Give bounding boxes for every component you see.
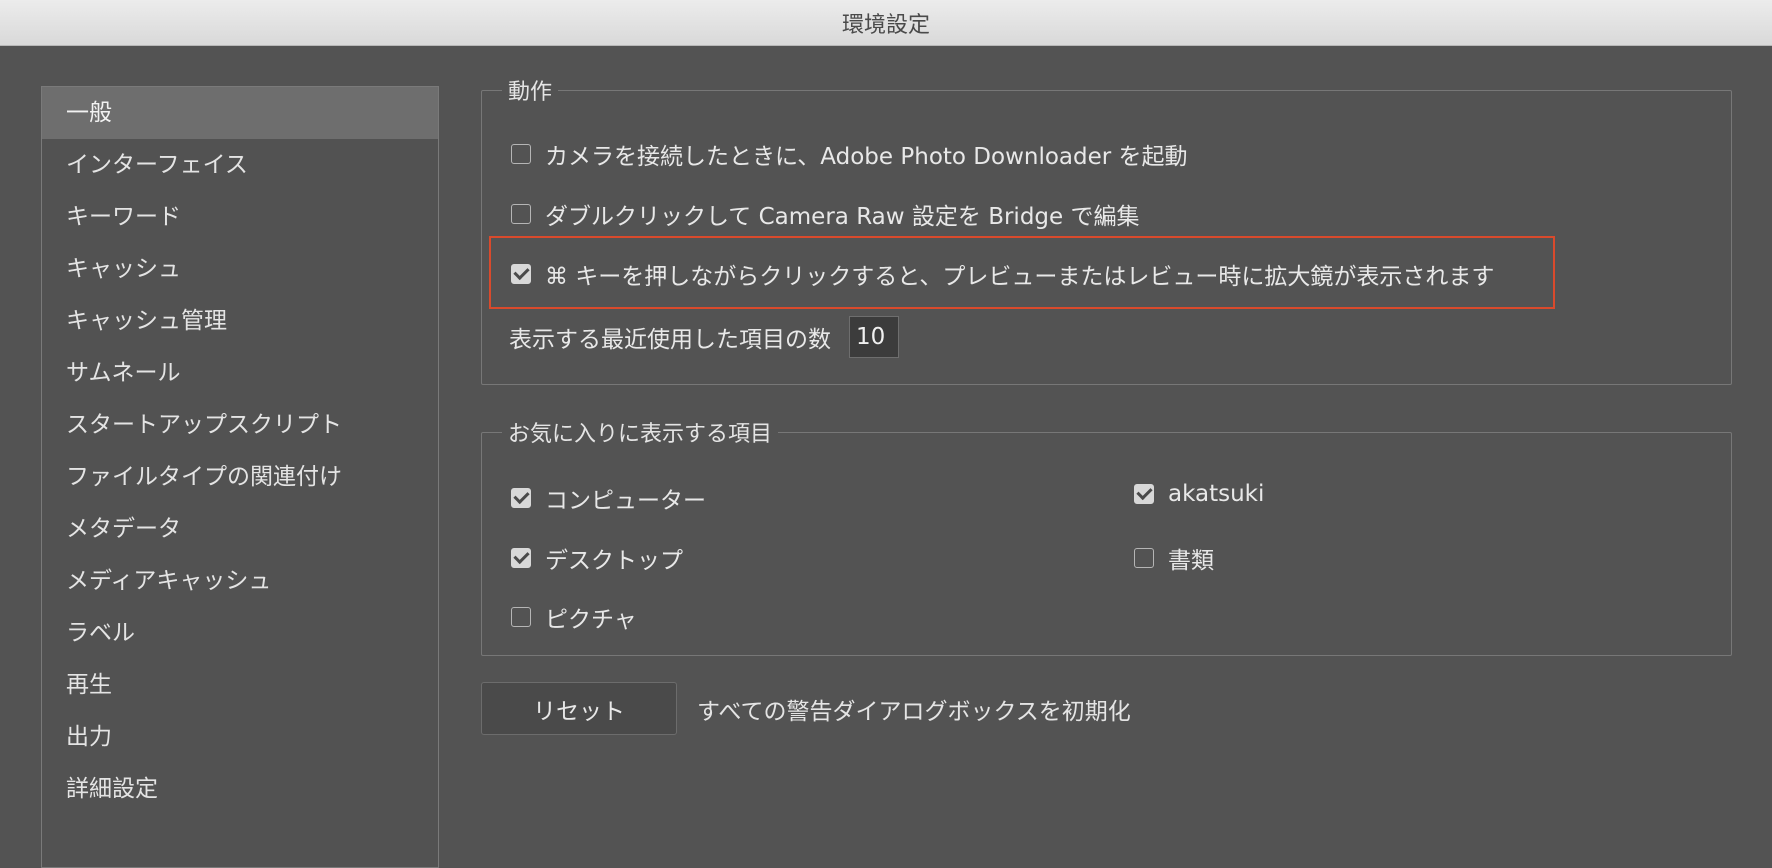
window-title: 環境設定: [841, 12, 930, 38]
option-double-click-camera-raw[interactable]: ダブルクリックして Camera Raw 設定を Bridge で編集: [511, 197, 1139, 231]
checkbox-akatsuki[interactable]: [1134, 484, 1154, 504]
favorite-label: 書類: [1168, 548, 1214, 574]
checkbox-double-click-camera-raw[interactable]: [511, 204, 531, 224]
recent-items-label: 表示する最近使用した項目の数: [509, 327, 831, 353]
favorite-label: akatsuki: [1168, 481, 1265, 507]
sidebar-item-startup-scripts[interactable]: スタートアップスクリプト: [42, 399, 438, 451]
favorite-label: コンピューター: [545, 488, 706, 514]
favorite-desktop[interactable]: デスクトップ: [511, 541, 683, 575]
favorite-pictures[interactable]: ピクチャ: [511, 600, 637, 634]
checkbox-pictures[interactable]: [511, 607, 531, 627]
favorites-legend: お気に入りに表示する項目: [508, 422, 773, 447]
recent-items-count-input[interactable]: [849, 316, 899, 358]
favorite-label: ピクチャ: [545, 607, 637, 633]
favorite-akatsuki[interactable]: akatsuki: [1134, 481, 1264, 507]
sidebar-item-metadata[interactable]: メタデータ: [42, 503, 438, 555]
sidebar-item-advanced[interactable]: 詳細設定: [42, 763, 438, 815]
sidebar-item-cache[interactable]: キャッシュ: [42, 243, 438, 295]
behavior-legend: 動作: [508, 80, 553, 105]
option-cmd-click-loupe[interactable]: ⌘ キーを押しながらクリックすると、プレビューまたはレビュー時に拡大鏡が表示され…: [511, 257, 1494, 291]
favorite-label: デスクトップ: [545, 548, 683, 574]
checkbox-documents[interactable]: [1134, 548, 1154, 568]
sidebar-item-thumbnails[interactable]: サムネール: [42, 347, 438, 399]
sidebar-item-labels[interactable]: ラベル: [42, 607, 438, 659]
sidebar-item-file-type-associations[interactable]: ファイルタイプの関連付け: [42, 451, 438, 503]
option-label: ⌘ キーを押しながらクリックすると、プレビューまたはレビュー時に拡大鏡が表示され…: [545, 264, 1495, 290]
option-label: カメラを接続したときに、Adobe Photo Downloader を起動: [545, 144, 1188, 170]
sidebar-item-general[interactable]: 一般: [42, 87, 438, 139]
sidebar-item-output[interactable]: 出力: [42, 711, 438, 763]
sidebar-item-interface[interactable]: インターフェイス: [42, 139, 438, 191]
reset-button[interactable]: リセット: [481, 682, 677, 735]
favorite-documents[interactable]: 書類: [1134, 541, 1214, 575]
option-label: ダブルクリックして Camera Raw 設定を Bridge で編集: [545, 204, 1140, 230]
sidebar-item-cache-management[interactable]: キャッシュ管理: [42, 295, 438, 347]
favorites-group: お気に入りに表示する項目: [481, 416, 1732, 656]
checkbox-computer[interactable]: [511, 488, 531, 508]
checkbox-launch-photo-downloader[interactable]: [511, 144, 531, 164]
reset-description: すべての警告ダイアログボックスを初期化: [697, 699, 1131, 725]
favorite-computer[interactable]: コンピューター: [511, 481, 706, 515]
window-titlebar: 環境設定: [0, 0, 1772, 46]
preferences-sidebar: 一般 インターフェイス キーワード キャッシュ キャッシュ管理 サムネール スタ…: [41, 86, 439, 868]
sidebar-item-media-cache[interactable]: メディアキャッシュ: [42, 555, 438, 607]
recent-items-row: 表示する最近使用した項目の数: [509, 316, 899, 358]
checkbox-cmd-click-loupe[interactable]: [511, 264, 531, 284]
checkbox-desktop[interactable]: [511, 548, 531, 568]
sidebar-item-playback[interactable]: 再生: [42, 659, 438, 711]
option-launch-photo-downloader[interactable]: カメラを接続したときに、Adobe Photo Downloader を起動: [511, 137, 1188, 171]
sidebar-item-keywords[interactable]: キーワード: [42, 191, 438, 243]
